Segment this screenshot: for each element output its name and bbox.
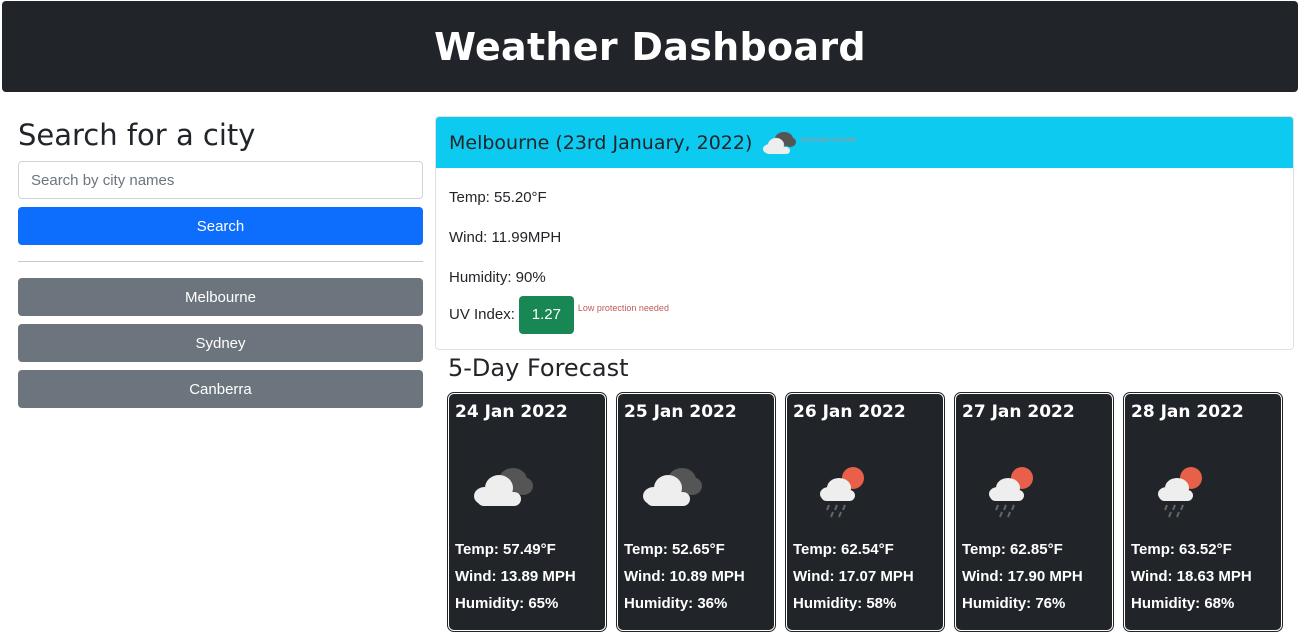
weather-description: overcast clouds (800, 135, 856, 144)
uv-index-badge: 1.27 (518, 296, 574, 334)
overcast-clouds-icon (630, 444, 710, 524)
search-heading: Search for a city (18, 118, 256, 152)
forecast-title: 5-Day Forecast (448, 354, 629, 382)
forecast-humidity: Humidity: 68% (1131, 595, 1235, 612)
forecast-humidity: Humidity: 76% (962, 595, 1066, 612)
forecast-wind: Wind: 17.07 MPH (793, 568, 914, 585)
forecast-temp: Temp: 62.54°F (793, 541, 894, 558)
page-header: Weather Dashboard (2, 1, 1298, 92)
current-weather-card: Melbourne (23rd January, 2022) overcast … (435, 116, 1294, 350)
forecast-card: 27 Jan 2022 Temp: 62.85°F Wind: 17.90 MP… (954, 392, 1114, 632)
forecast-temp: Temp: 62.85°F (962, 541, 1063, 558)
city-search-input[interactable] (18, 161, 423, 199)
forecast-card: 28 Jan 2022 Temp: 63.52°F Wind: 18.63 MP… (1123, 392, 1283, 632)
forecast-temp: Temp: 57.49°F (455, 541, 556, 558)
forecast-temp: Temp: 63.52°F (1131, 541, 1232, 558)
current-temp: Temp: 55.20°F (449, 189, 547, 206)
current-weather-body: Temp: 55.20°F Wind: 11.99MPH Humidity: 9… (436, 188, 1293, 334)
forecast-wind: Wind: 10.89 MPH (624, 568, 745, 585)
uv-index-label: UV Index: (449, 306, 515, 323)
forecast-date: 25 Jan 2022 (624, 402, 737, 422)
current-weather-header: Melbourne (23rd January, 2022) overcast … (436, 117, 1293, 168)
current-humidity: Humidity: 90% (449, 269, 546, 286)
forecast-wind: Wind: 18.63 MPH (1131, 568, 1252, 585)
forecast-card: 24 Jan 2022 Temp: 57.49°F Wind: 13.89 MP… (447, 392, 607, 632)
history-button-melbourne[interactable]: Melbourne (18, 278, 423, 316)
forecast-card: 25 Jan 2022 Temp: 52.65°F Wind: 10.89 MP… (616, 392, 776, 632)
forecast-date: 26 Jan 2022 (793, 402, 906, 422)
current-city-title: Melbourne (23rd January, 2022) (449, 131, 753, 154)
history-button-canberra[interactable]: Canberra (18, 370, 423, 408)
forecast-temp: Temp: 52.65°F (624, 541, 725, 558)
forecast-humidity: Humidity: 58% (793, 595, 897, 612)
history-button-sydney[interactable]: Sydney (18, 324, 423, 362)
overcast-clouds-icon (760, 123, 800, 163)
uv-index-note: Low protection needed (577, 303, 669, 313)
forecast-date: 24 Jan 2022 (455, 402, 568, 422)
uv-index-row: UV Index: 1.27 Low protection needed (449, 296, 1280, 334)
sun-rain-cloud-icon (968, 444, 1048, 524)
forecast-humidity: Humidity: 36% (624, 595, 728, 612)
forecast-card: 26 Jan 2022 Temp: 62.54°F Wind: 17.07 MP… (785, 392, 945, 632)
divider (18, 261, 423, 262)
sun-rain-cloud-icon (1137, 444, 1217, 524)
forecast-wind: Wind: 17.90 MPH (962, 568, 1083, 585)
page-title: Weather Dashboard (434, 24, 866, 69)
forecast-date: 27 Jan 2022 (962, 402, 1075, 422)
overcast-clouds-icon (461, 444, 541, 524)
forecast-wind: Wind: 13.89 MPH (455, 568, 576, 585)
forecast-date: 28 Jan 2022 (1131, 402, 1244, 422)
current-wind: Wind: 11.99MPH (449, 229, 562, 246)
forecast-humidity: Humidity: 65% (455, 595, 559, 612)
sun-rain-cloud-icon (799, 444, 879, 524)
search-panel: Search for a city Search Melbourne Sydne… (18, 118, 423, 416)
search-button[interactable]: Search (18, 207, 423, 245)
